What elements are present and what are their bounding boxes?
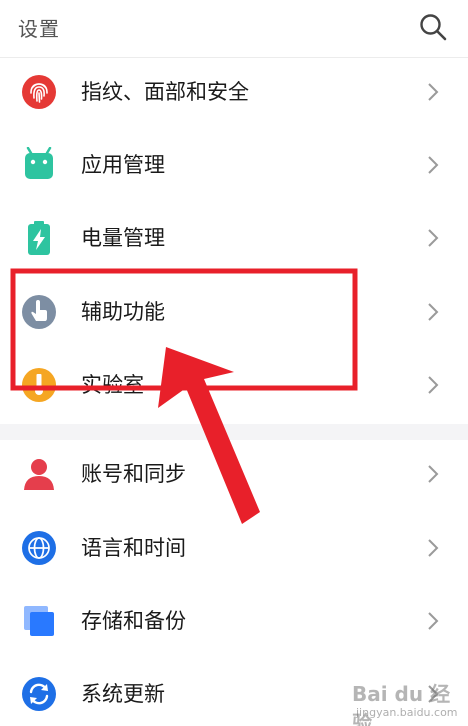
- chevron-right-icon: [428, 83, 439, 101]
- chevron-right-icon: [428, 612, 439, 630]
- android-icon: [25, 147, 53, 179]
- chevron-right-icon: [428, 539, 439, 557]
- globe-icon: [22, 531, 56, 565]
- settings-item-label: 系统更新: [81, 682, 165, 706]
- settings-item-label: 账号和同步: [81, 462, 186, 486]
- chevron-right-icon: [428, 303, 439, 321]
- chevron-right-icon: [428, 465, 439, 483]
- chevron-right-icon: [428, 376, 439, 394]
- settings-item-language-time[interactable]: 语言和时间: [0, 512, 468, 584]
- fingerprint-icon: [22, 75, 56, 109]
- settings-item-account-sync[interactable]: 账号和同步: [0, 438, 468, 510]
- hand-pointer-icon: [22, 295, 56, 329]
- settings-item-app-management[interactable]: 应用管理: [0, 129, 468, 201]
- search-icon[interactable]: [418, 12, 448, 42]
- header: 设置: [0, 0, 468, 56]
- settings-item-fingerprint[interactable]: 指纹、面部和安全: [0, 56, 468, 128]
- settings-item-label: 语言和时间: [81, 536, 186, 560]
- watermark-logo: Bai du 经验 jingyan.baidu.com: [352, 676, 462, 726]
- settings-item-label: 指纹、面部和安全: [81, 80, 249, 104]
- sync-icon: [22, 677, 56, 711]
- chevron-right-icon: [428, 156, 439, 174]
- settings-item-label: 实验室: [81, 373, 144, 397]
- page-title: 设置: [18, 17, 60, 41]
- settings-item-battery[interactable]: 电量管理: [0, 202, 468, 274]
- battery-icon: [28, 221, 50, 255]
- settings-item-storage-backup[interactable]: 存储和备份: [0, 585, 468, 657]
- settings-item-label: 辅助功能: [81, 300, 165, 324]
- chevron-right-icon: [428, 229, 439, 247]
- lab-icon: [22, 368, 56, 402]
- person-icon: [24, 459, 54, 490]
- settings-item-label: 存储和备份: [81, 609, 186, 633]
- storage-icon: [24, 606, 54, 636]
- settings-item-accessibility[interactable]: 辅助功能: [0, 276, 468, 348]
- settings-item-label: 电量管理: [81, 226, 165, 250]
- settings-item-lab[interactable]: 实验室: [0, 349, 468, 421]
- watermark-url: jingyan.baidu.com: [356, 706, 458, 719]
- settings-item-label: 应用管理: [81, 153, 165, 177]
